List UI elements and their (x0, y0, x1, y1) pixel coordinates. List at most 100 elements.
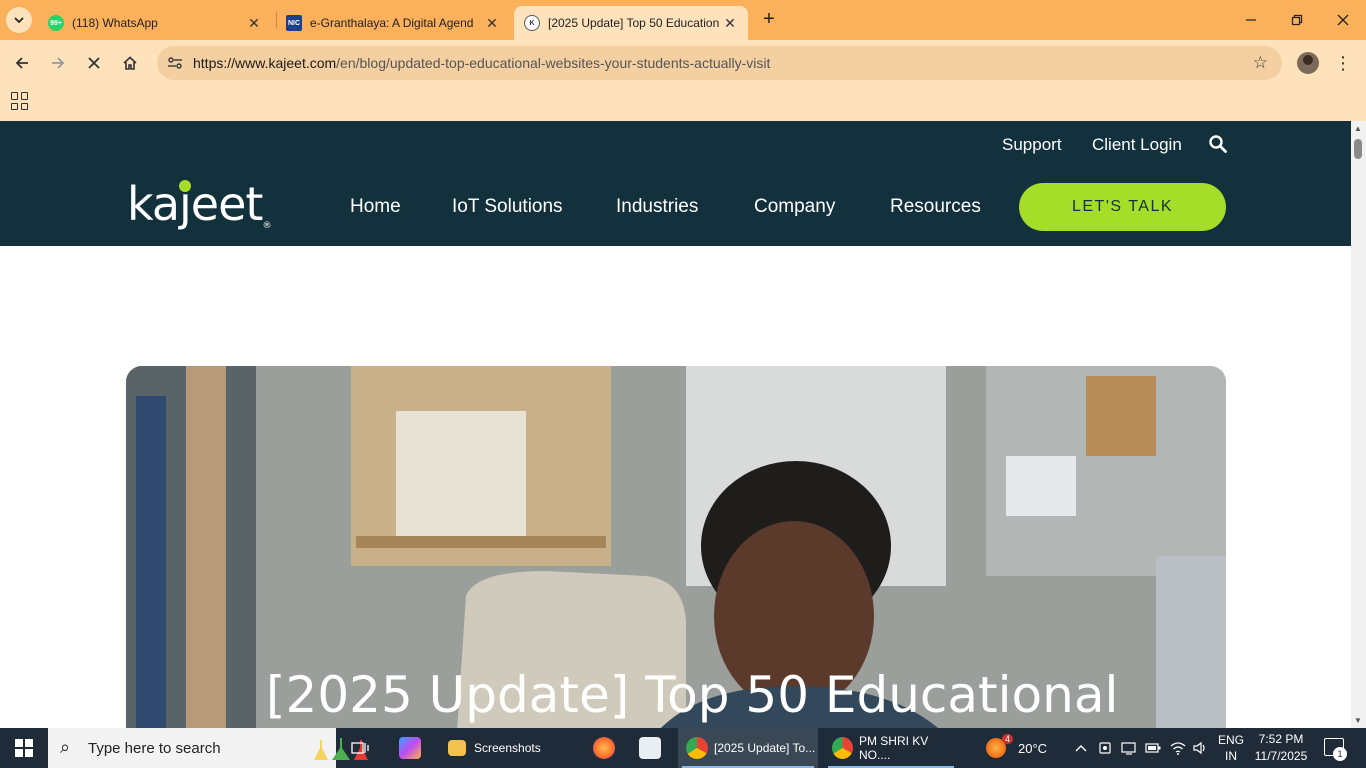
stop-loading-button[interactable] (80, 49, 108, 77)
region-code: IN (1225, 749, 1237, 763)
site-info-icon[interactable] (165, 53, 185, 73)
copilot-icon (399, 737, 421, 759)
restore-button[interactable] (1274, 0, 1320, 40)
copilot-button[interactable] (390, 728, 430, 768)
search-placeholder: Type here to search (88, 740, 221, 757)
taskbar-app-label: PM SHRI KV NO.... (858, 734, 929, 762)
address-bar[interactable]: https://www.kajeet.com/en/blog/updated-t… (157, 46, 1282, 80)
back-button[interactable] (8, 49, 36, 77)
battery-button[interactable] (1144, 728, 1162, 768)
weather-badge: 4 (1002, 734, 1014, 744)
browser-toolbar: https://www.kajeet.com/en/blog/updated-t… (0, 40, 1366, 86)
logo-dot (179, 180, 191, 192)
taskbar-app-calendar[interactable] (632, 728, 668, 768)
taskbar-app-firefox[interactable] (586, 728, 622, 768)
home-icon (123, 56, 137, 70)
language-code: ENG (1217, 733, 1244, 747)
forward-button[interactable] (44, 49, 72, 77)
taskbar-app-label: [2025 Update] To... (714, 741, 816, 755)
nic-icon: NIC (286, 15, 302, 31)
arrow-left-icon (15, 57, 28, 69)
scroll-thumb[interactable] (1354, 139, 1362, 159)
page-scrollbar[interactable]: ▲ ▼ (1351, 121, 1366, 728)
taskbar-clock[interactable]: 7:52 PM 11/7/2025 (1249, 731, 1313, 765)
bookmark-star-icon[interactable]: ☆ (1253, 53, 1268, 73)
taskbar-app-label: Screenshots (474, 741, 541, 755)
clock-time: 7:52 PM (1258, 732, 1304, 746)
chrome-icon (832, 737, 853, 759)
show-hidden-icons-button[interactable] (1072, 728, 1090, 768)
taskbar: ⌕ Type here to search Screenshots [2025 … (0, 728, 1366, 768)
tray-meet-button[interactable] (1096, 728, 1114, 768)
tab-egranthalaya[interactable]: NIC e-Granthalaya: A Digital Agend ✕ (276, 6, 510, 40)
calendar-icon (639, 737, 661, 759)
taskbar-app-chrome-active[interactable]: [2025 Update] To... (678, 728, 818, 768)
hero-image: [2025 Update] Top 50 Educational (126, 366, 1226, 728)
taskbar-search[interactable]: ⌕ Type here to search (48, 728, 368, 768)
url-text: https://www.kajeet.com/en/blog/updated-t… (193, 55, 770, 71)
close-icon[interactable]: ✕ (484, 15, 500, 32)
profile-avatar[interactable] (1297, 52, 1319, 74)
logo-registered-mark: ® (262, 221, 272, 231)
chevron-up-icon (1075, 745, 1087, 752)
tab-title: e-Granthalaya: A Digital Agend (310, 16, 474, 30)
chevron-down-icon (14, 17, 24, 24)
volume-button[interactable] (1190, 728, 1210, 768)
display-icon (1121, 742, 1136, 755)
wifi-button[interactable] (1168, 728, 1188, 768)
nav-industries[interactable]: Industries (616, 196, 698, 218)
article-title: [2025 Update] Top 50 Educational (266, 666, 1119, 724)
whatsapp-icon: 99+ (48, 15, 64, 31)
client-login-link[interactable]: Client Login (1092, 135, 1182, 155)
tab-title: (118) WhatsApp (72, 16, 158, 30)
tab-whatsapp[interactable]: 99+ (118) WhatsApp ✕ (38, 6, 272, 40)
taskbar-app-screenshots[interactable]: Screenshots (440, 728, 578, 768)
tray-display-button[interactable] (1120, 728, 1138, 768)
kajeet-favicon-icon: K (524, 15, 540, 31)
battery-icon (1145, 743, 1161, 753)
url-host: https://www.kajeet.com (193, 55, 337, 71)
nav-iot-solutions[interactable]: IoT Solutions (452, 196, 563, 218)
apps-grid-icon[interactable] (11, 92, 29, 110)
device-icon (1099, 742, 1111, 754)
search-icon[interactable] (1209, 135, 1227, 153)
language-indicator[interactable]: ENG IN (1216, 728, 1246, 768)
arrow-right-icon (52, 57, 65, 69)
home-button[interactable] (116, 49, 144, 77)
close-icon[interactable]: ✕ (246, 15, 262, 32)
bookmarks-bar (0, 86, 1366, 121)
page-viewport: Support Client Login kajeet® Home IoT So… (0, 121, 1351, 728)
close-window-button[interactable] (1320, 0, 1366, 40)
scroll-down-arrow-icon[interactable]: ▼ (1354, 716, 1362, 725)
task-view-button[interactable] (342, 728, 378, 768)
taskbar-app-chrome-second[interactable]: PM SHRI KV NO.... (824, 728, 958, 768)
close-icon (1337, 14, 1349, 26)
speaker-icon (1193, 741, 1205, 755)
notification-count-badge: 1 (1333, 747, 1347, 761)
logo-text: kajeet (127, 177, 263, 231)
lets-talk-button[interactable]: LET'S TALK (1019, 183, 1226, 231)
weather-widget[interactable]: 4 20°C (986, 728, 1047, 768)
restore-icon (1291, 14, 1303, 26)
weather-temperature: 20°C (1018, 740, 1048, 756)
close-icon[interactable]: ✕ (722, 15, 738, 32)
new-tab-button[interactable]: + (758, 8, 780, 30)
chrome-icon (686, 737, 708, 759)
task-view-icon (351, 742, 369, 754)
browser-menu-button[interactable]: ⋮ (1334, 50, 1352, 76)
firefox-icon (593, 737, 615, 759)
nav-home[interactable]: Home (350, 196, 401, 218)
tab-search-button[interactable] (6, 7, 32, 33)
tab-strip: 99+ (118) WhatsApp ✕ NIC e-Granthalaya: … (0, 0, 1366, 40)
scroll-up-arrow-icon[interactable]: ▲ (1354, 124, 1362, 133)
support-link[interactable]: Support (1002, 135, 1062, 155)
tune-icon (168, 57, 182, 69)
nav-resources[interactable]: Resources (890, 196, 981, 218)
close-icon (88, 57, 100, 69)
kajeet-logo[interactable]: kajeet® (127, 177, 271, 231)
tab-kajeet[interactable]: K [2025 Update] Top 50 Education ✕ (514, 6, 748, 40)
minimize-button[interactable] (1228, 0, 1274, 40)
windows-logo-icon (15, 739, 33, 757)
nav-company[interactable]: Company (754, 196, 835, 218)
start-button[interactable] (0, 728, 48, 768)
